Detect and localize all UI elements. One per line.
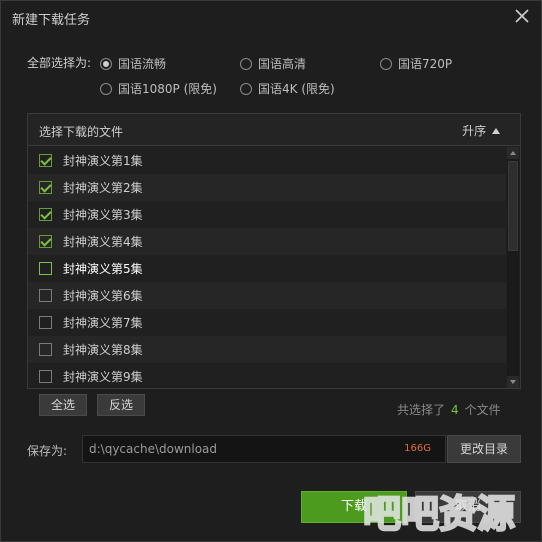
file-name: 封神演义第2集 <box>63 181 143 195</box>
scrollbar-thumb[interactable] <box>508 161 518 251</box>
download-task-dialog: 新建下载任务 全部选择为: 国语流畅 国语高清 国语720P 国语1080P (… <box>0 0 542 542</box>
sort-toggle[interactable]: 升序 <box>462 122 500 139</box>
checkbox-checked-icon[interactable] <box>39 181 52 194</box>
file-name: 封神演义第6集 <box>63 289 143 303</box>
change-directory-button[interactable]: 更改目录 <box>447 435 521 463</box>
file-row[interactable]: 封神演义第1集 <box>28 147 506 174</box>
dialog-title: 新建下载任务 <box>12 13 91 28</box>
selection-summary: 共选择了 4 个文件 <box>397 401 501 418</box>
radio-quality-1080p[interactable]: 国语1080P (限免) <box>100 80 217 97</box>
radio-quality-smooth[interactable]: 国语流畅 <box>100 55 166 72</box>
checkbox-unchecked-icon[interactable] <box>39 262 52 275</box>
checkbox-unchecked-icon[interactable] <box>39 343 52 356</box>
scroll-down-icon[interactable] <box>507 376 519 388</box>
file-list-title: 选择下载的文件 <box>39 125 124 139</box>
invert-selection-button[interactable]: 反选 <box>97 394 145 416</box>
file-name: 封神演义第7集 <box>63 316 143 330</box>
file-list: 封神演义第1集 封神演义第2集 封神演义第3集 封神演义第4集 封神演义第5集 … <box>28 147 506 390</box>
file-row[interactable]: 封神演义第9集 <box>28 363 506 390</box>
radio-label: 国语流畅 <box>118 57 167 71</box>
file-row[interactable]: 封神演义第4集 <box>28 228 506 255</box>
sort-label: 升序 <box>462 124 487 138</box>
watermark-logo: 吧吧资源 <box>339 485 539 539</box>
checkbox-unchecked-icon[interactable] <box>39 370 52 383</box>
save-path-field[interactable]: 166G <box>82 435 446 463</box>
file-row[interactable]: 封神演义第3集 <box>28 201 506 228</box>
radio-unchecked-icon <box>380 57 392 70</box>
file-row[interactable]: 封神演义第8集 <box>28 336 506 363</box>
checkbox-checked-icon[interactable] <box>39 235 52 248</box>
checkbox-unchecked-icon[interactable] <box>39 289 52 302</box>
save-path-input[interactable] <box>87 441 391 457</box>
file-list-panel: 选择下载的文件 升序 封神演义第1集 封神演义第2集 封神演义第3集 封神演义第… <box>27 113 521 389</box>
select-all-button[interactable]: 全选 <box>39 394 87 416</box>
save-path-label: 保存为: <box>27 444 68 458</box>
file-name: 封神演义第3集 <box>63 208 143 222</box>
file-row[interactable]: 封神演义第7集 <box>28 309 506 336</box>
file-name: 封神演义第4集 <box>63 235 143 249</box>
selection-suffix: 个文件 <box>464 403 501 417</box>
file-row[interactable]: 封神演义第5集 <box>28 255 506 282</box>
file-name: 封神演义第5集 <box>63 262 143 276</box>
quality-label: 全部选择为: <box>27 56 92 70</box>
file-row[interactable]: 封神演义第2集 <box>28 174 506 201</box>
selection-prefix: 共选择了 <box>397 403 446 417</box>
selection-count: 4 <box>451 403 459 417</box>
radio-quality-4k[interactable]: 国语4K (限免) <box>240 80 335 97</box>
title-bar: 新建下载任务 <box>1 1 541 33</box>
caret-up-icon <box>492 128 500 134</box>
radio-quality-720p[interactable]: 国语720P <box>380 55 452 72</box>
radio-unchecked-icon <box>240 82 252 95</box>
watermark-text: 吧吧资源 <box>363 492 515 536</box>
file-list-scrollbar[interactable] <box>507 147 519 388</box>
scroll-up-icon[interactable] <box>507 147 519 159</box>
file-list-header: 选择下载的文件 升序 <box>28 114 520 146</box>
checkbox-checked-icon[interactable] <box>39 208 52 221</box>
radio-quality-hd[interactable]: 国语高清 <box>240 55 306 72</box>
free-space-value: 166G <box>404 443 431 454</box>
file-name: 封神演义第1集 <box>63 154 143 168</box>
close-icon[interactable] <box>511 5 533 27</box>
file-row[interactable]: 封神演义第6集 <box>28 282 506 309</box>
radio-unchecked-icon <box>100 82 112 95</box>
radio-label: 国语高清 <box>258 57 307 71</box>
checkbox-checked-icon[interactable] <box>39 154 52 167</box>
radio-label: 国语1080P (限免) <box>118 82 217 96</box>
radio-label: 国语4K (限免) <box>258 82 335 96</box>
checkbox-unchecked-icon[interactable] <box>39 316 52 329</box>
file-name: 封神演义第8集 <box>63 343 143 357</box>
radio-label: 国语720P <box>398 57 453 71</box>
file-name: 封神演义第9集 <box>63 370 143 384</box>
radio-unchecked-icon <box>240 57 252 70</box>
radio-checked-icon <box>100 57 112 70</box>
